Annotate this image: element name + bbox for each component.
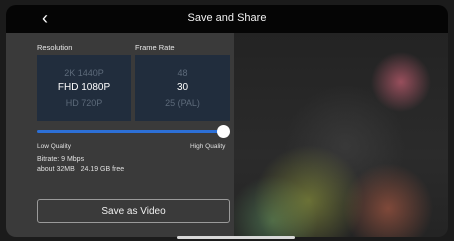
resolution-option-selected[interactable]: FHD 1080P [37, 82, 131, 94]
video-preview [234, 33, 448, 237]
page-title: Save and Share [187, 12, 267, 24]
frame-rate-label: Frame Rate [135, 43, 175, 52]
resolution-option[interactable]: HD 720P [37, 97, 131, 109]
low-quality-label: Low Quality [37, 143, 71, 150]
frame-rate-option[interactable]: 25 (PAL) [135, 97, 230, 109]
size-info-text: about 32MB 24.19 GB free [37, 166, 125, 173]
top-bar: ‹ Save and Share [6, 5, 448, 33]
quality-slider-track[interactable] [37, 130, 223, 133]
bitrate-text: Bitrate: 9 Mbps [37, 156, 85, 163]
high-quality-label: High Quality [190, 143, 226, 150]
frame-rate-option[interactable]: 48 [135, 67, 230, 79]
quality-slider-thumb[interactable] [217, 125, 230, 138]
home-indicator[interactable] [177, 236, 295, 239]
frame-rate-picker[interactable]: 48 30 25 (PAL) [135, 55, 230, 121]
resolution-label: Resolution [37, 43, 73, 52]
frame-rate-option-selected[interactable]: 30 [135, 82, 230, 94]
resolution-option[interactable]: 2K 1440P [37, 67, 131, 79]
resolution-picker[interactable]: 2K 1440P FHD 1080P HD 720P [37, 55, 131, 121]
save-as-video-button[interactable]: Save as Video [37, 199, 230, 223]
